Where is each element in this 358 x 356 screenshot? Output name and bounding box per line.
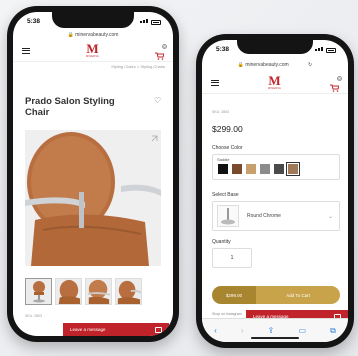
color-swatch[interactable] — [218, 164, 228, 174]
thumbnail-1[interactable] — [25, 278, 52, 305]
device-mockup-stage: 5:38 🔒 minervabeauty.com M MINERVA 0 Sty — [0, 0, 358, 356]
footnote[interactable]: Shop on Instagram — [212, 312, 242, 316]
status-time: 5:38 — [216, 46, 230, 53]
phone-2-screen: 5:38 🔒 minervabeauty.com ↻ M MINERVA 0 S — [202, 40, 348, 342]
color-swatch[interactable] — [286, 162, 300, 176]
selected-finish-label: Saddle — [217, 157, 230, 162]
site-header: M MINERVA 0 — [13, 40, 173, 62]
url-bar[interactable]: 🔒 minervabeauty.com ↻ — [202, 62, 348, 68]
brand-logo[interactable]: M MINERVA — [267, 73, 282, 90]
breadcrumb[interactable]: Styling Chairs > Styling Chairs — [111, 64, 165, 69]
menu-icon[interactable] — [211, 79, 219, 86]
add-to-cart-label: Add To Cart — [256, 286, 340, 304]
wishlist-heart-icon[interactable]: ♡ — [154, 96, 161, 105]
phone-1-screen: 5:38 🔒 minervabeauty.com M MINERVA 0 Sty — [13, 12, 173, 336]
quantity-input[interactable]: 1 — [212, 248, 252, 268]
logo-mark: M — [268, 73, 281, 88]
color-swatch[interactable] — [274, 164, 284, 174]
cellular-icon — [140, 18, 149, 25]
brand-logo[interactable]: M MINERVA — [85, 41, 100, 58]
signal-icons — [140, 18, 161, 25]
phone-notch — [52, 12, 134, 28]
signal-icons — [315, 46, 336, 53]
chair-image — [25, 130, 161, 266]
product-sku: SKU: 2803 — [212, 110, 229, 114]
base-name: Round Chrome — [247, 213, 281, 219]
status-time: 5:38 — [27, 18, 41, 25]
cart-icon[interactable]: 0 — [154, 43, 167, 60]
battery-icon — [151, 20, 161, 25]
menu-icon[interactable] — [22, 47, 30, 54]
url-text: minervabeauty.com — [245, 62, 289, 68]
product-main-image[interactable] — [25, 130, 161, 266]
cart-count-badge: 0 — [336, 75, 342, 81]
url-bar[interactable]: 🔒 minervabeauty.com — [13, 32, 173, 38]
phone-notch — [237, 40, 313, 54]
phone-product-options: 5:38 🔒 minervabeauty.com ↻ M MINERVA 0 S — [196, 34, 354, 348]
share-icon[interactable]: ⇪ — [268, 326, 275, 335]
lock-icon: 🔒 — [237, 62, 244, 68]
product-price: $299.00 — [212, 124, 243, 134]
color-swatch[interactable] — [232, 164, 242, 174]
leave-message-button[interactable]: Leave a message — [63, 323, 169, 336]
product-sku: SKU: 2803 — [25, 314, 42, 318]
battery-icon — [326, 48, 336, 53]
home-indicator — [251, 337, 299, 339]
phone-product-detail: 5:38 🔒 minervabeauty.com M MINERVA 0 Sty — [7, 6, 179, 342]
add-to-cart-button[interactable]: $299.00 Add To Cart — [212, 286, 340, 304]
url-text: minervabeauty.com — [75, 32, 119, 38]
chat-bubble-icon — [155, 326, 162, 333]
logo-wordmark: MINERVA — [85, 55, 100, 58]
back-icon[interactable]: ‹ — [214, 326, 217, 335]
cart-price: $299.00 — [212, 286, 256, 304]
thumbnail-2[interactable] — [55, 278, 82, 305]
chevron-down-icon: ⌄ — [327, 213, 333, 220]
base-select[interactable]: Round Chrome ⌄ — [212, 201, 340, 231]
lock-icon: 🔒 — [67, 32, 74, 38]
chat-label: Leave a message — [70, 327, 106, 332]
bookmarks-icon[interactable]: ▭ — [298, 326, 306, 335]
select-base-label: Select Base — [212, 192, 239, 198]
forward-icon[interactable]: › — [241, 326, 244, 335]
thumbnail-4[interactable] — [115, 278, 142, 305]
thumbnail-3[interactable] — [85, 278, 112, 305]
cart-icon[interactable]: 0 — [329, 75, 342, 92]
choose-color-label: Choose Color — [212, 145, 243, 151]
color-swatch[interactable] — [246, 164, 256, 174]
quantity-label: Quantity — [212, 239, 231, 245]
tabs-icon[interactable]: ⧉ — [330, 326, 336, 336]
base-thumbnail — [217, 205, 239, 227]
color-swatch-box: Saddle — [212, 154, 340, 180]
product-title: Prado Salon Styling Chair — [25, 96, 115, 118]
cellular-icon — [315, 46, 324, 53]
cart-count-badge: 0 — [161, 43, 167, 49]
color-swatch[interactable] — [260, 164, 270, 174]
thumbnail-strip — [25, 278, 142, 305]
reload-icon[interactable]: ↻ — [308, 62, 312, 68]
logo-wordmark: MINERVA — [267, 87, 282, 90]
site-header: M MINERVA 0 — [202, 72, 348, 94]
logo-mark: M — [86, 41, 99, 56]
